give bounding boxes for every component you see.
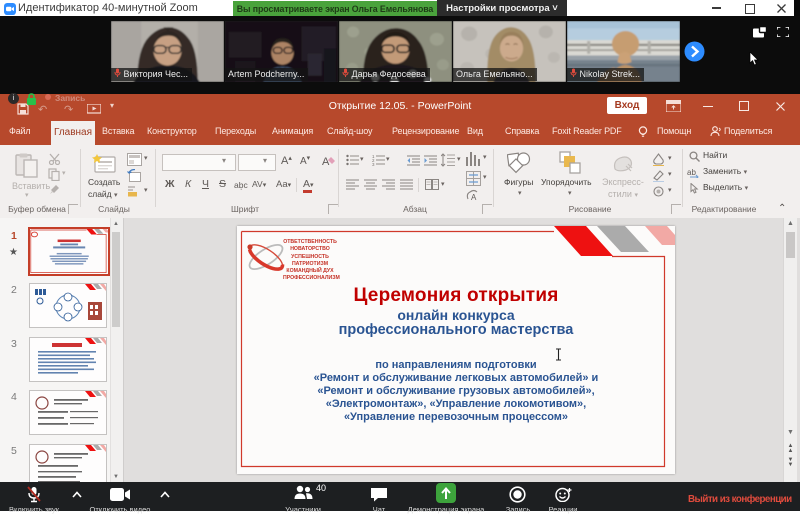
svg-text:3: 3 [372, 162, 375, 166]
svg-text:ab: ab [687, 168, 696, 177]
svg-text:А: А [322, 156, 330, 168]
svg-text:А: А [471, 193, 477, 201]
